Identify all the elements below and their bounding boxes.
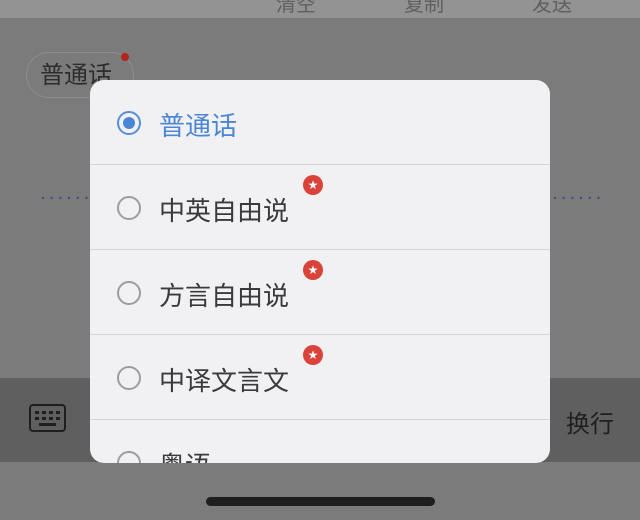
waveform-right: ······ — [552, 188, 605, 209]
radio-icon[interactable] — [117, 451, 141, 463]
home-area — [0, 462, 640, 520]
newline-button[interactable]: 换行 — [566, 404, 614, 439]
star-icon: ★ — [303, 345, 323, 365]
star-icon: ★ — [303, 260, 323, 280]
option-label: 普通话 — [159, 112, 238, 142]
clear-button[interactable]: 清空 — [276, 0, 316, 17]
option-label: 中英自由说 — [159, 197, 290, 227]
waveform-left: ······ — [40, 188, 93, 209]
option-chinese-english[interactable]: 中英自由说 ★ — [90, 165, 550, 250]
option-mandarin[interactable]: 普通话 — [90, 80, 550, 165]
option-cantonese[interactable]: 粤语 — [90, 420, 550, 463]
top-toolbar: 清空 复制 发送 — [0, 0, 640, 18]
option-label: 方言自由说 — [159, 282, 290, 312]
option-label: 中译文言文 — [159, 367, 290, 397]
notification-dot — [121, 53, 129, 61]
star-icon: ★ — [303, 175, 323, 195]
radio-selected-icon[interactable] — [117, 111, 141, 135]
send-button[interactable]: 发送 — [532, 0, 572, 17]
keyboard-icon[interactable] — [29, 404, 66, 432]
radio-icon[interactable] — [117, 366, 141, 390]
language-mode-menu: 普通话 中英自由说 ★ 方言自由说 ★ 中译文言文 ★ 粤语 — [90, 80, 550, 463]
radio-icon[interactable] — [117, 196, 141, 220]
home-indicator[interactable] — [206, 497, 435, 506]
option-dialect[interactable]: 方言自由说 ★ — [90, 250, 550, 335]
copy-button[interactable]: 复制 — [404, 0, 444, 17]
option-label: 粤语 — [159, 446, 211, 463]
option-classical-chinese[interactable]: 中译文言文 ★ — [90, 335, 550, 420]
radio-icon[interactable] — [117, 281, 141, 305]
